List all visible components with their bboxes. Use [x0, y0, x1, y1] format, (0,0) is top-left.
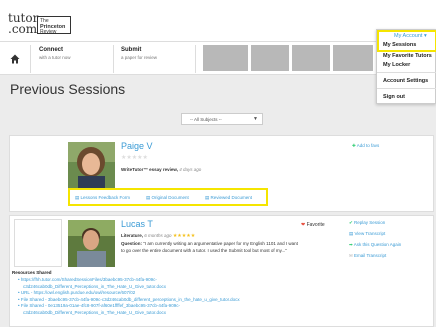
- account-dropdown-menu: My Account ▾ My Sessions My Favorite Tut…: [376, 29, 436, 104]
- resource-link[interactable]: c3d246cab0db_Different_Perceptions_in_Th…: [18, 310, 268, 317]
- submit-nav-button[interactable]: Submit a paper for review: [121, 47, 157, 60]
- tutor-photo[interactable]: [68, 220, 115, 267]
- resource-text: c3d246cab0db_Different_Perceptions_in_Th…: [23, 309, 167, 315]
- empty-thumbnail: [14, 219, 62, 267]
- reviewed-document-label: Reviewed Document: [210, 195, 253, 200]
- session-meta: Literature, 6 months ago ★★★★★: [121, 233, 195, 239]
- submit-title: Submit: [121, 47, 142, 53]
- tutor-logo[interactable]: tutor .com The Princeton Review: [8, 12, 72, 37]
- favorite-label: Favorite: [306, 222, 325, 228]
- submit-subtitle: a paper for review: [121, 55, 158, 60]
- nav-placeholder-block[interactable]: [333, 45, 373, 71]
- email-transcript-link[interactable]: ✉ Email Transcript: [349, 253, 386, 259]
- menu-item-account-settings[interactable]: Account Settings: [383, 78, 428, 84]
- resource-text: File Shared - 0e13519a-01ae-4fc8-907f-af…: [20, 303, 180, 308]
- subject-filter-value: -- All Subjects --: [190, 117, 222, 122]
- resource-text: File Shared - 3baebc95-37cb-44fa-909c-c3…: [20, 296, 240, 302]
- connect-nav-button[interactable]: Connect with a tutor now: [39, 47, 71, 60]
- tutor-name-link[interactable]: Lucas T: [121, 219, 153, 229]
- menu-divider: [377, 72, 436, 73]
- resources-list: • https://fhh.tutor.com/SharedSessionFil…: [18, 277, 268, 316]
- page-title: Previous Sessions: [10, 81, 126, 97]
- session-time: 6 months ago: [144, 233, 172, 238]
- add-favorite-label: Add to favs: [356, 143, 380, 148]
- session-time: 4 days ago: [179, 167, 202, 172]
- resources-shared-heading: Resources Shared: [12, 270, 52, 275]
- logo-com-text: .com: [8, 22, 38, 36]
- nav-placeholder-block[interactable]: [203, 45, 248, 71]
- tutor-photo-image: [68, 220, 115, 267]
- nav-divider: [195, 45, 196, 73]
- resource-text: c3d246cab0db_Different_Perceptions_in_Th…: [23, 283, 167, 289]
- original-document-label: Original Document: [151, 195, 189, 200]
- connect-title: Connect: [39, 47, 63, 53]
- menu-item-favorite-tutors[interactable]: My Favorite Tutors: [383, 53, 432, 59]
- heart-icon: ❤: [301, 222, 306, 228]
- menu-item-my-sessions[interactable]: My Sessions: [383, 42, 416, 48]
- menu-item-sign-out[interactable]: Sign out: [383, 94, 405, 100]
- resource-text: URL - https://owl.english.purdue.edu/owl…: [20, 290, 136, 295]
- ask-again-link[interactable]: ➡ Ask this Question Again: [349, 242, 401, 248]
- session-actions-bar: ▤ Lessons Feedback Form ▤ Original Docum…: [68, 188, 268, 206]
- favorite-toggle[interactable]: ❤ Favorite: [301, 222, 325, 228]
- menu-divider: [377, 88, 436, 89]
- main-nav: Connect with a tutor now Submit a paper …: [0, 41, 436, 75]
- reviewed-document-link[interactable]: ▤ Reviewed Document: [205, 195, 252, 201]
- rating-stars: ★★★★★: [121, 155, 148, 161]
- view-transcript-link[interactable]: ▤ View Transcript: [349, 231, 385, 237]
- session-service: WriteTutor™ essay review,: [121, 167, 178, 172]
- view-transcript-label: View Transcript: [354, 231, 386, 236]
- ask-again-label: Ask this Question Again: [353, 242, 402, 247]
- subject-filter-select[interactable]: -- All Subjects -- ▼: [181, 113, 263, 125]
- session-subject: Literature,: [121, 233, 144, 238]
- question-text: "I am currently writing an argumentative…: [121, 241, 298, 253]
- session-question: Question: "I am currently writing an arg…: [121, 241, 301, 254]
- question-label: Question:: [121, 241, 142, 246]
- nav-divider: [113, 45, 114, 73]
- nav-divider: [30, 45, 31, 73]
- original-document-link[interactable]: ▤ Original Document: [146, 195, 189, 201]
- caret-down-icon: ▼: [253, 116, 258, 122]
- my-account-menu-button[interactable]: My Account ▾: [394, 33, 427, 39]
- feedback-form-link[interactable]: ▤ Lessons Feedback Form: [75, 195, 130, 201]
- site-header: tutor .com The Princeton Review: [0, 0, 436, 41]
- replay-session-link[interactable]: ✔ Replay Session: [349, 220, 385, 226]
- add-favorite-button[interactable]: ✚ Add to favs: [352, 143, 379, 149]
- home-icon[interactable]: [10, 54, 20, 64]
- tutor-photo[interactable]: [68, 142, 115, 189]
- tutor-name-link[interactable]: Paige V: [121, 141, 153, 151]
- nav-placeholder-block[interactable]: [251, 45, 289, 71]
- princeton-review-badge: The Princeton Review: [37, 16, 71, 35]
- replay-session-label: Replay Session: [354, 220, 386, 225]
- resource-text: https://fhh.tutor.com/SharedSessionFiles…: [20, 277, 157, 282]
- email-transcript-label: Email Transcript: [354, 253, 387, 258]
- logo-review: Review: [40, 29, 57, 35]
- feedback-form-label: Lessons Feedback Form: [80, 195, 131, 200]
- session-meta: WriteTutor™ essay review, 4 days ago: [121, 167, 201, 172]
- rating-stars: ★★★★★: [172, 233, 196, 239]
- menu-item-my-locker[interactable]: My Locker: [383, 62, 410, 68]
- nav-placeholder-block[interactable]: [292, 45, 330, 71]
- tutor-photo-image: [68, 142, 115, 189]
- connect-subtitle: with a tutor now: [39, 55, 71, 60]
